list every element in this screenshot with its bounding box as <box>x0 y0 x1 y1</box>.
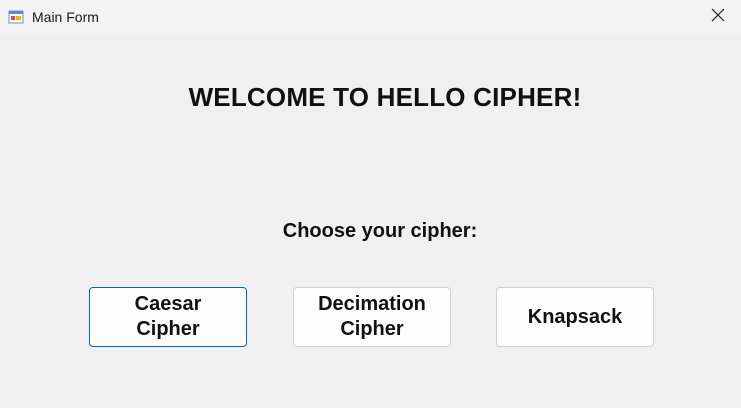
windows-form-icon <box>8 9 24 25</box>
title-bar[interactable]: Main Form <box>0 0 741 34</box>
decimation-cipher-button[interactable]: Decimation Cipher <box>293 287 451 347</box>
close-icon <box>711 8 725 27</box>
caesar-cipher-button[interactable]: Caesar Cipher <box>89 287 247 347</box>
welcome-heading: WELCOME TO HELLO CIPHER! <box>188 82 582 112</box>
close-button[interactable] <box>695 0 741 34</box>
knapsack-button[interactable]: Knapsack <box>496 287 654 347</box>
choose-cipher-label: Choose your cipher: <box>282 220 478 242</box>
window-title: Main Form <box>32 9 99 25</box>
main-form-window: Main Form WELCOME TO HELLO CIPHER! Choos… <box>0 0 741 408</box>
